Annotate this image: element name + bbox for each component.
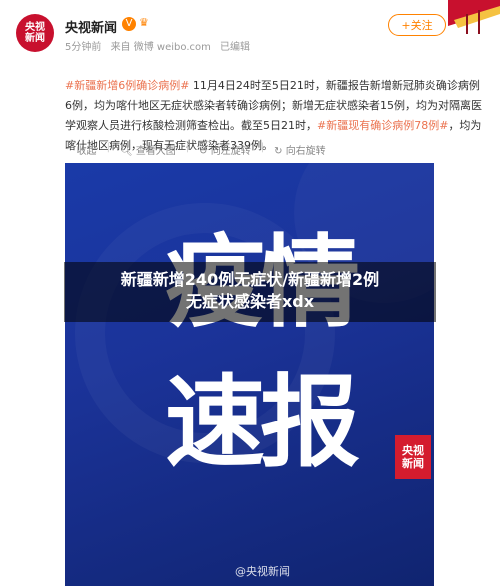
cctv-news-logo: 央视 新闻 [395,435,431,479]
collapse-label: 收起 [76,146,97,157]
image-headline: 速报 [165,364,360,481]
overlay-line: 无症状感染者xdx [185,292,315,311]
avatar[interactable]: 央视 新闻 [16,14,54,52]
account-name[interactable]: 央视新闻 [65,17,117,36]
rotate-right-label: 向右旋转 [285,146,326,157]
rotate-left-button[interactable]: ↺ 向左旋转 [199,142,251,158]
avatar-text: 新闻 [25,33,45,44]
rotate-left-label: 向左旋转 [210,146,251,157]
post-image[interactable]: 疫情 速报 央视 新闻 @央视新闻 [65,163,434,586]
overlay-line: 新疆新增240例无症状/新疆新增2例 [120,270,380,289]
crown-icon: ♛ [139,16,149,29]
rotate-right-button[interactable]: ↻ 向右旋转 [274,142,326,158]
post-header: 央视 新闻 央视新闻 V ♛ 5分钟前 来自 微博 weibo.com 已编辑 +… [0,0,500,62]
logo-text: 新闻 [402,457,424,470]
image-actions: ⌃ 收起 | 🔍︎ 查看大图 | ↺ 向左旋转 | ↻ 向右旋转 [65,142,326,158]
post-meta: 5分钟前 来自 微博 weibo.com 已编辑 [65,38,256,53]
verified-icon: V [122,17,136,31]
divider: | [185,142,190,153]
corner-decoration [448,0,500,38]
divider: | [260,142,265,153]
follow-button[interactable]: +关注 [388,14,446,36]
verified-badges: V ♛ [122,16,149,31]
divider: | [106,142,110,153]
collapse-button[interactable]: ⌃ 收起 [65,142,97,158]
headline-overlay: 新疆新增240例无症状/新疆新增2例 无症状感染者xdx [64,262,436,322]
view-large-label: 查看大图 [135,146,176,157]
avatar-text: 央视 [25,22,45,33]
ribbon-decoration-icon [448,0,500,34]
post-time[interactable]: 5分钟前 [65,42,101,53]
edited-label: 已编辑 [220,42,251,53]
post-source: 来自 微博 weibo.com [110,42,211,53]
hashtag-link[interactable]: #新疆新增6例确诊病例# [65,79,189,92]
view-large-button[interactable]: 🔍︎ 查看大图 [120,142,176,158]
logo-text: 央视 [402,444,424,457]
hashtag-link[interactable]: #新疆现有确诊病例78例# [317,119,448,132]
image-watermark: @央视新闻 [235,565,290,578]
